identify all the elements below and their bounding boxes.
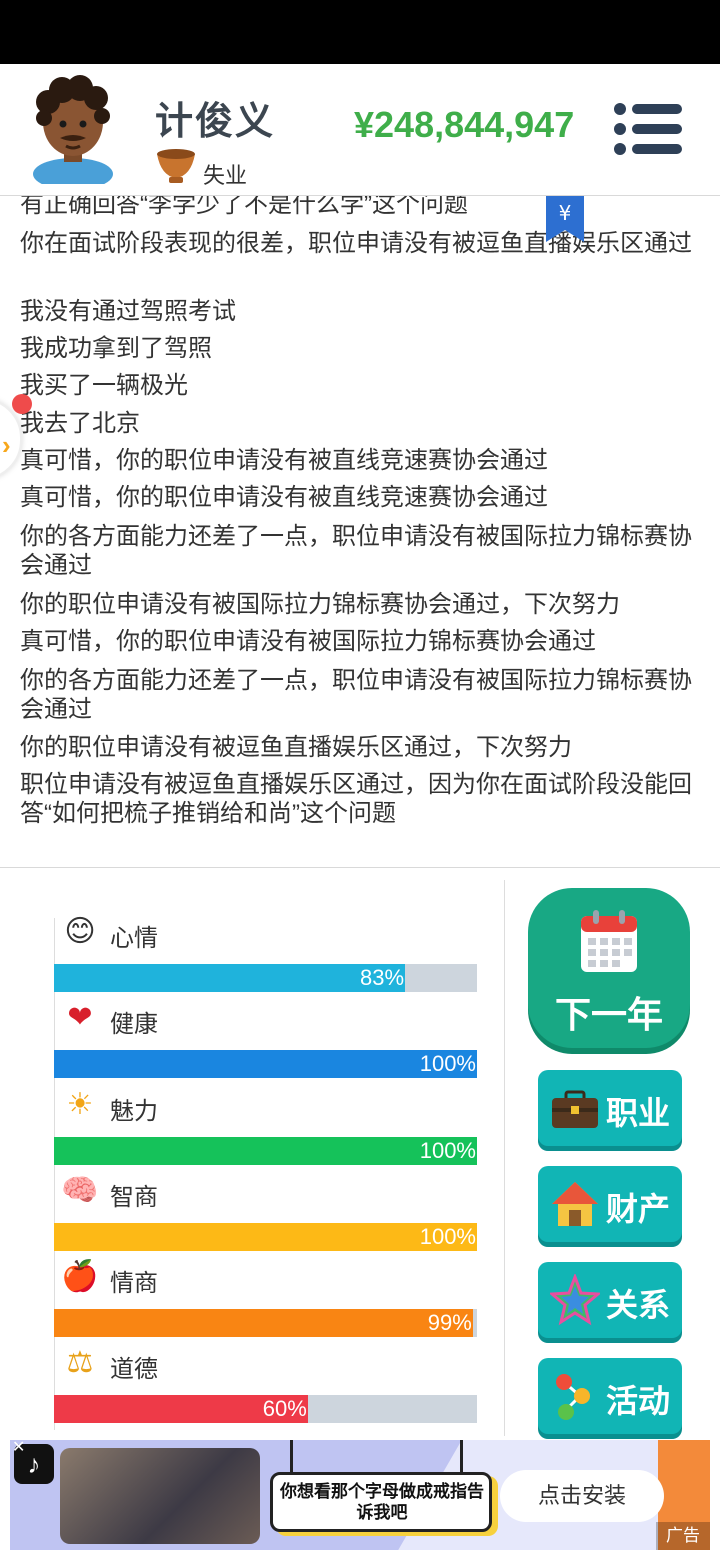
ad-caption: 你想看那个字母做成戒指告诉我吧 <box>270 1472 492 1532</box>
house-icon <box>552 1182 598 1226</box>
career-label: 职业 <box>606 1095 671 1131</box>
sun-icon: ☀ <box>66 1088 94 1121</box>
stat-mood: 😊 心情 83% <box>54 912 477 998</box>
yen-tag-label: ¥ <box>559 201 572 225</box>
log-line: 真可惜，你的职位申请没有被直线竞速赛协会通过 <box>20 447 548 474</box>
ad-label-badge: 广告 <box>656 1522 710 1550</box>
brain-icon: 🧠 <box>61 1174 99 1207</box>
bowl-icon <box>157 149 195 183</box>
stat-charm: ☀ 魅力 100% <box>54 1085 477 1171</box>
calendar-icon <box>581 910 637 972</box>
stat-percent: 100% <box>419 1224 476 1249</box>
stat-bar-fill: 100% <box>54 1223 477 1251</box>
smiley-icon: 😊 <box>64 915 96 948</box>
stat-eq: 🍎 情商 99% <box>54 1257 477 1343</box>
log-line: 真可惜，你的职位申请没有被国际拉力锦标赛协会通过 <box>20 628 596 655</box>
log-line: 真可惜，你的职位申请没有被直线竞速赛协会通过 <box>20 484 548 511</box>
apple-icon: 🍎 <box>61 1260 99 1293</box>
stat-label: 智商 <box>110 1184 158 1211</box>
log-line: 职位申请没有被逗鱼直播娱乐区通过，因为你在面试阶段没能回答“如何把梳子推销给和尚… <box>20 771 692 827</box>
log-line: 你的职位申请没有被国际拉力锦标赛协会通过，下次努力 <box>20 591 620 618</box>
next-year-button[interactable]: 下一年 <box>528 888 690 1048</box>
log-line: 你的职位申请没有被逗鱼直播娱乐区通过，下次努力 <box>20 734 572 761</box>
career-button[interactable]: 职业 <box>538 1070 682 1146</box>
chevron-right-icon[interactable]: › <box>2 430 11 461</box>
ad-close-icon[interactable]: ✕ <box>12 1440 28 1456</box>
stat-bar-fill: 60% <box>54 1395 308 1423</box>
ad-install-button[interactable]: 点击安装 <box>500 1470 664 1522</box>
ad-string <box>460 1440 463 1474</box>
log-line: 你的各方面能力还差了一点，职位申请没有被国际拉力锦标赛协会通过 <box>20 667 692 723</box>
panel-divider <box>504 880 505 1436</box>
ad-image[interactable] <box>60 1448 260 1544</box>
log-line: 我成功拿到了驾照 <box>20 335 212 362</box>
money-balance: ¥248,844,947 <box>354 104 575 145</box>
assets-label: 财产 <box>606 1191 671 1227</box>
heart-icon: ❤ <box>67 1001 93 1034</box>
event-log[interactable]: 有正确回答“李学少了不是什么学”这个问题 你在面试阶段表现的很差，职位申请没有被… <box>0 196 720 868</box>
ad-banner[interactable]: ♪ ✕ 你想看那个字母做成戒指告诉我吧 点击安装 广告 <box>10 1440 710 1550</box>
activity-dots-icon <box>556 1374 590 1420</box>
stat-label: 道德 <box>110 1356 158 1383</box>
log-line: 我买了一辆极光 <box>20 372 188 399</box>
stat-bar-track: 100% <box>54 1223 477 1251</box>
stat-percent: 100% <box>419 1138 476 1163</box>
stat-bar-track: 83% <box>54 964 477 992</box>
log-line: 我没有通过驾照考试 <box>20 298 236 325</box>
status-bar <box>0 0 720 64</box>
player-name: 计俊义 <box>155 101 276 143</box>
money-tag-icon[interactable]: ¥ <box>546 196 584 242</box>
stat-bar-fill: 100% <box>54 1050 477 1078</box>
scales-icon: ⚖ <box>66 1346 94 1379</box>
job-status: 失业 <box>203 163 248 188</box>
briefcase-icon <box>552 1090 598 1128</box>
stat-bar-track: 100% <box>54 1137 477 1165</box>
stat-bar-fill: 83% <box>54 964 406 992</box>
ad-caption-text: 你想看那个字母做成戒指告诉我吧 <box>280 1482 484 1522</box>
stat-percent: 60% <box>262 1396 307 1421</box>
next-year-label: 下一年 <box>554 994 663 1035</box>
stat-label: 健康 <box>110 1011 158 1038</box>
log-line: 有正确回答“李学少了不是什么学”这个问题 <box>20 196 468 218</box>
log-line: 我去了北京 <box>20 410 140 437</box>
avatar[interactable] <box>26 74 120 184</box>
activities-label: 活动 <box>606 1383 671 1419</box>
stat-percent: 99% <box>427 1310 472 1335</box>
stat-bar-track: 100% <box>54 1050 477 1078</box>
stat-label: 情商 <box>110 1270 158 1297</box>
stat-morality: ⚖ 道德 60% <box>54 1343 477 1429</box>
log-line: 你在面试阶段表现的很差，职位申请没有被逗鱼直播娱乐区通过 <box>20 230 692 257</box>
stat-bar-fill: 100% <box>54 1137 477 1165</box>
stat-percent: 100% <box>419 1051 476 1076</box>
assets-button[interactable]: 财产 <box>538 1166 682 1242</box>
log-line: 你的各方面能力还差了一点，职位申请没有被国际拉力锦标赛协会通过 <box>20 523 692 579</box>
star-icon <box>550 1274 600 1326</box>
stat-bar-fill: 99% <box>54 1309 473 1337</box>
relations-label: 关系 <box>606 1287 671 1323</box>
stat-health: ❤ 健康 100% <box>54 998 477 1084</box>
activities-button[interactable]: 活动 <box>538 1358 682 1434</box>
stat-iq: 🧠 智商 100% <box>54 1171 477 1257</box>
notification-dot <box>12 394 32 414</box>
stat-percent: 83% <box>360 965 405 990</box>
stat-bar-track: 60% <box>54 1395 477 1423</box>
stat-label: 魅力 <box>110 1098 158 1125</box>
menu-icon[interactable] <box>612 102 684 156</box>
player-header: 计俊义 失业 ¥248,844,947 <box>0 64 720 196</box>
relations-button[interactable]: 关系 <box>538 1262 682 1338</box>
stat-bar-track: 99% <box>54 1309 477 1337</box>
stat-label: 心情 <box>110 925 158 952</box>
ad-string <box>290 1440 293 1474</box>
